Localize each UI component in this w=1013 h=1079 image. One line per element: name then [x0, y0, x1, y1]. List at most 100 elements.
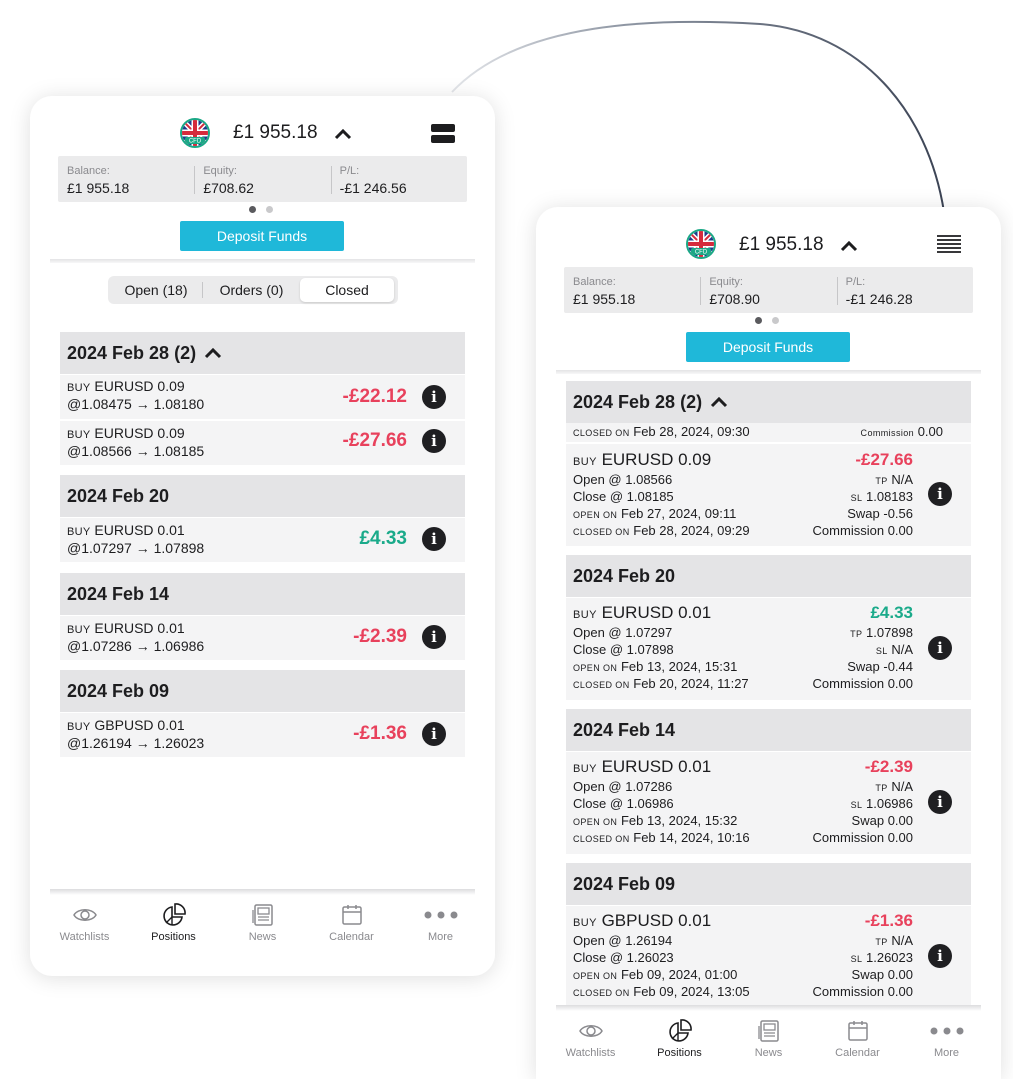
group-title: 2024 Feb 14 [67, 584, 170, 604]
page-dot[interactable] [755, 317, 762, 324]
trade-detail-card[interactable]: BUY GBPUSD 0.01 Open @ 1.26194 Close @ 1… [566, 906, 971, 1008]
info-icon[interactable]: i [928, 790, 952, 814]
tab-orders[interactable]: Orders (0) [203, 278, 300, 302]
nav-label: Positions [657, 1047, 702, 1059]
close-price: Close @ 1.07898 [573, 642, 674, 657]
swap: Swap 0.00 [851, 967, 913, 982]
trade-side: BUY [67, 429, 91, 441]
nav-news[interactable]: News [218, 895, 307, 961]
bottom-nav: Watchlists Positions News Calendar More [30, 895, 495, 961]
info-icon[interactable]: i [928, 636, 952, 660]
stat-pl: P/L: -£1 246.56 [330, 156, 467, 202]
page-dot[interactable] [249, 206, 256, 213]
trade-row[interactable]: BUY EURUSD 0.09 @1.08566 → 1.08185 -£27.… [60, 421, 465, 465]
group-header[interactable]: 2024 Feb 20 [566, 555, 971, 597]
commission: Commission 0.00 [812, 984, 913, 999]
trade-pl: -£1.36 [353, 723, 407, 744]
svg-text:CFD: CFD [189, 139, 202, 145]
uk-flag-icon: CFD [686, 229, 716, 259]
info-icon[interactable]: i [928, 482, 952, 506]
nav-label: Watchlists [565, 1047, 616, 1059]
trade-side: BUY [67, 382, 91, 394]
nav-more[interactable]: More [902, 1011, 991, 1077]
group-header[interactable]: 2024 Feb 28 (2) [566, 381, 971, 423]
trade-symbol: EURUSD 0.09 [94, 378, 185, 394]
info-icon[interactable]: i [422, 722, 446, 746]
trade-row[interactable]: BUY EURUSD 0.09 @1.08475 → 1.08180 -£22.… [60, 375, 465, 419]
calendar-icon [847, 1021, 868, 1041]
tab-closed[interactable]: Closed [300, 278, 394, 302]
deposit-funds-button[interactable]: Deposit Funds [180, 221, 344, 251]
group-header[interactable]: 2024 Feb 14 [60, 573, 465, 615]
nav-news[interactable]: News [724, 1011, 813, 1077]
group-header[interactable]: 2024 Feb 28 (2) [60, 332, 465, 374]
trade-title: BUY EURUSD 0.09 [573, 450, 712, 469]
trade-symbol: EURUSD 0.01 [94, 620, 185, 636]
tab-open[interactable]: Open (18) [110, 278, 202, 302]
page-dot[interactable] [772, 317, 779, 324]
info-icon[interactable]: i [422, 429, 446, 453]
commission: Commission 0.00 [812, 676, 913, 691]
trade-detail-card[interactable]: BUY EURUSD 0.01 Open @ 1.07297 Close @ 1… [566, 598, 971, 700]
page-dot[interactable] [266, 206, 273, 213]
layout-toggle-icon[interactable] [431, 124, 455, 144]
info-icon[interactable]: i [422, 385, 446, 409]
trade-pl: -£22.12 [342, 386, 407, 407]
info-icon[interactable]: i [928, 944, 952, 968]
nav-more[interactable]: More [396, 895, 485, 961]
nav-watchlists[interactable]: Watchlists [546, 1011, 635, 1077]
trade-side: BUY [67, 624, 91, 636]
trade-row[interactable]: BUY EURUSD 0.01 @1.07286 → 1.06986 -£2.3… [60, 616, 465, 660]
trade-symbol: EURUSD 0.09 [94, 425, 185, 441]
group-title: 2024 Feb 28 (2) [67, 343, 197, 363]
deposit-funds-button[interactable]: Deposit Funds [686, 332, 850, 362]
nav-positions[interactable]: Positions [129, 895, 218, 961]
trade-pl: -£1.36 [864, 911, 913, 930]
chevron-up-icon[interactable] [334, 128, 352, 140]
trade-detail-card[interactable]: BUY EURUSD 0.09 Open @ 1.08566 Close @ 1… [566, 444, 971, 546]
account-header[interactable]: CFD £1 955.18 [536, 227, 1001, 267]
commission: Commission 0.00 [812, 523, 913, 538]
trade-row[interactable]: BUY GBPUSD 0.01 @1.26194 → 1.26023 -£1.3… [60, 713, 465, 757]
trade-detail-card[interactable]: BUY EURUSD 0.01 Open @ 1.07286 Close @ 1… [566, 752, 971, 854]
closed-on: CLOSED ON Feb 14, 2024, 10:16 [573, 830, 750, 845]
divider [50, 259, 475, 263]
stat-balance: Balance: £1 955.18 [58, 156, 194, 202]
trade-row[interactable]: BUY EURUSD 0.01 @1.07297 → 1.07898 £4.33… [60, 518, 465, 562]
group-header[interactable]: 2024 Feb 09 [60, 670, 465, 712]
trade-detail-partial[interactable]: CLOSED ON Feb 28, 2024, 09:30 Commission… [566, 423, 971, 442]
page-indicator[interactable] [755, 317, 779, 324]
account-header[interactable]: CFD £1 955.18 [30, 114, 495, 154]
info-icon[interactable]: i [422, 625, 446, 649]
trade-symbol: GBPUSD 0.01 [94, 717, 185, 733]
account-balance: £1 955.18 [739, 234, 824, 255]
chevron-up-icon[interactable] [840, 240, 858, 252]
nav-positions[interactable]: Positions [635, 1011, 724, 1077]
compact-list-icon[interactable] [937, 235, 961, 255]
svg-text:CFD: CFD [695, 250, 708, 256]
stat-value: £708.90 [709, 291, 760, 307]
trade-pl: -£27.66 [855, 450, 913, 469]
nav-label: News [754, 1047, 783, 1059]
group-header[interactable]: 2024 Feb 09 [566, 863, 971, 905]
group-header[interactable]: 2024 Feb 14 [566, 709, 971, 751]
more-dots-icon [424, 911, 457, 919]
stat-label: Balance: [67, 165, 110, 177]
page-indicator[interactable] [249, 206, 273, 213]
trade-side: BUY [67, 526, 91, 538]
nav-calendar[interactable]: Calendar [813, 1011, 902, 1077]
info-icon[interactable]: i [422, 527, 446, 551]
open-price: Open @ 1.26194 [573, 933, 673, 948]
nav-watchlists[interactable]: Watchlists [40, 895, 129, 961]
nav-label: News [248, 931, 277, 943]
swap: Swap 0.00 [851, 813, 913, 828]
group-header[interactable]: 2024 Feb 20 [60, 475, 465, 517]
stat-label: P/L: [339, 165, 360, 177]
stat-value: -£1 246.56 [339, 180, 407, 196]
closed-on: CLOSED ON Feb 28, 2024, 09:29 [573, 523, 750, 538]
trade-title: BUY GBPUSD 0.01 [573, 911, 712, 930]
nav-calendar[interactable]: Calendar [307, 895, 396, 961]
bottom-nav: Watchlists Positions News Calendar More [536, 1011, 1001, 1077]
trade-pl: -£2.39 [864, 757, 913, 776]
stat-label: Equity: [203, 165, 237, 177]
